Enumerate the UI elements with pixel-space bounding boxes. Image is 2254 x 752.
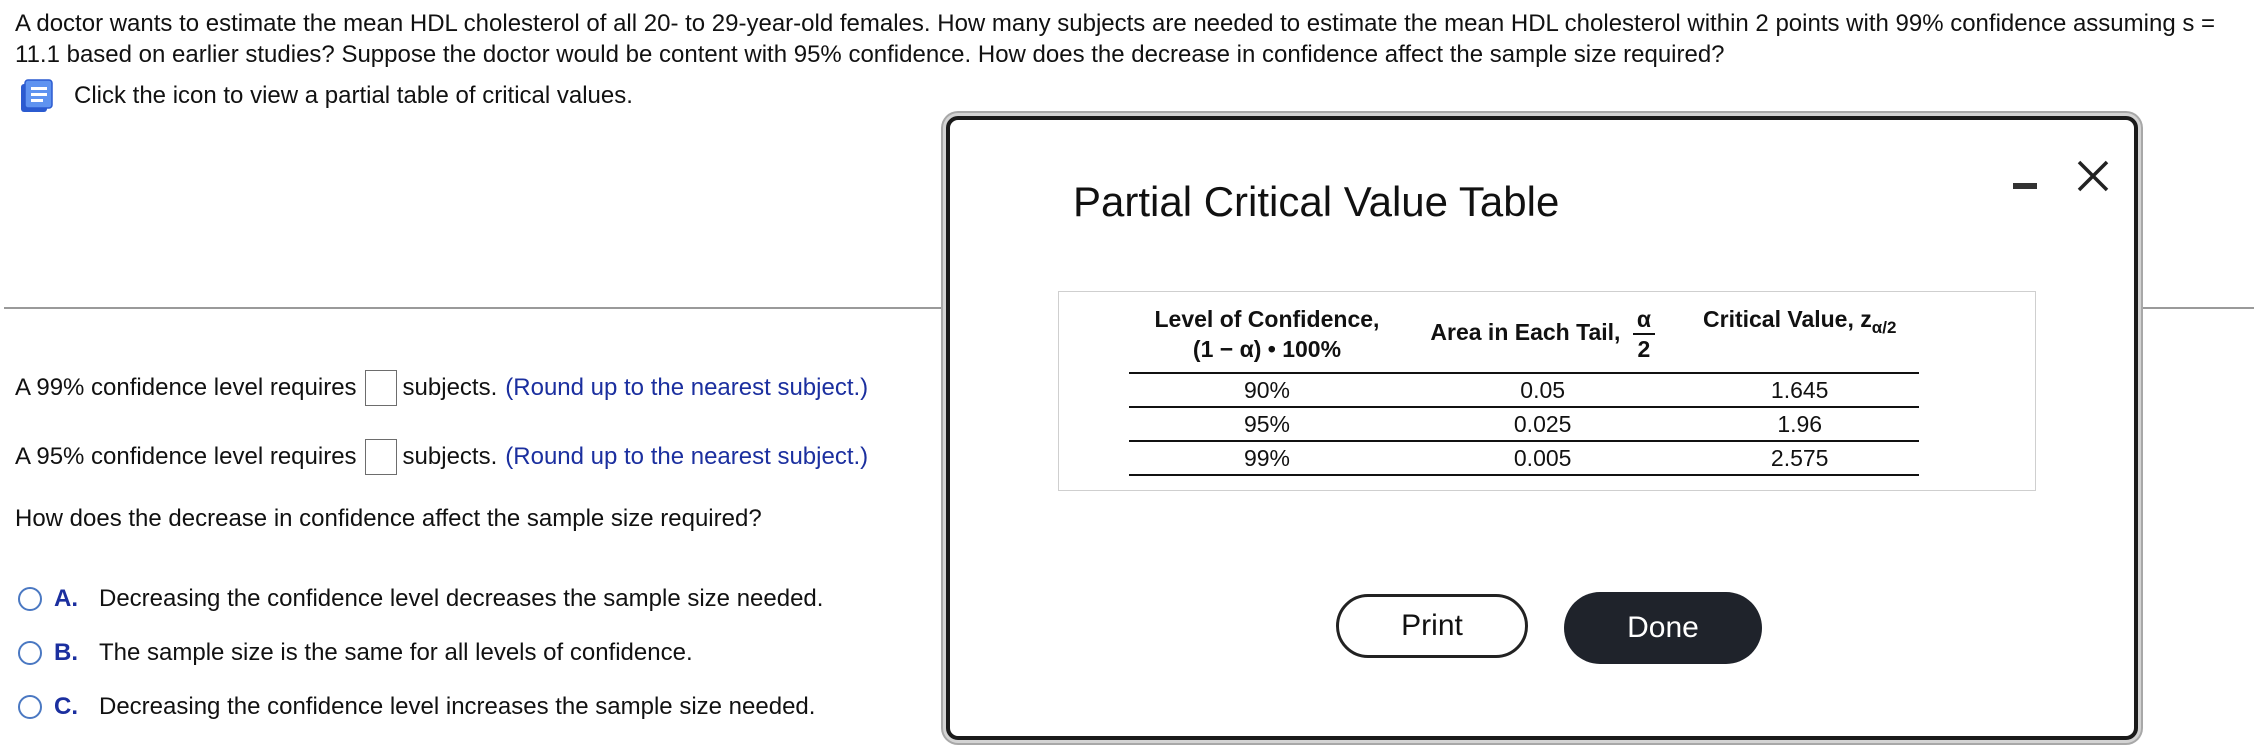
close-icon[interactable] (2073, 156, 2113, 196)
radio-b[interactable] (18, 641, 42, 665)
question-text: A doctor wants to estimate the mean HDL … (15, 10, 2216, 68)
answer-row-99: A 99% confidence level requires subjects… (15, 368, 868, 408)
round-hint: (Round up to the nearest subject.) (505, 374, 869, 401)
table-frame: Level of Confidence, (1 − α) • 100% Area… (1058, 291, 2036, 491)
cell-area: 0.005 (1404, 441, 1681, 476)
answer-input-95[interactable] (364, 439, 397, 475)
divider-right (2140, 307, 2254, 309)
choice-letter: A. (54, 585, 78, 612)
choice-a[interactable]: A. Decreasing the confidence level decre… (18, 582, 823, 616)
table-row: 99% 0.005 2.575 (1129, 441, 1919, 476)
book-icon[interactable] (18, 78, 56, 114)
choice-c[interactable]: C. Decreasing the confidence level incre… (18, 690, 815, 724)
cell-level: 90% (1129, 373, 1405, 408)
critical-value-modal: Partial Critical Value Table Level of Co… (946, 116, 2138, 740)
header-area: Area in Each Tail, α 2 (1404, 300, 1681, 374)
sub-question: How does the decrease in confidence affe… (15, 505, 762, 532)
divider-left (4, 307, 946, 309)
choice-text: The sample size is the same for all leve… (99, 639, 693, 666)
table-row: 90% 0.05 1.645 (1129, 373, 1919, 408)
choice-text: Decreasing the confidence level decrease… (99, 585, 824, 612)
cell-level: 95% (1129, 407, 1405, 442)
radio-a[interactable] (18, 587, 42, 611)
choice-letter: C. (54, 693, 78, 720)
table-header-row: Level of Confidence, (1 − α) • 100% Area… (1129, 300, 1919, 374)
table-row: 95% 0.025 1.96 (1129, 407, 1919, 442)
radio-c[interactable] (18, 695, 42, 719)
cell-area: 0.05 (1404, 373, 1681, 408)
hint-text: Click the icon to view a partial table o… (74, 82, 633, 109)
cell-critical: 1.96 (1680, 407, 1919, 442)
cell-level: 99% (1129, 441, 1405, 476)
hint-row: Click the icon to view a partial table o… (18, 78, 633, 114)
critical-value-table: Level of Confidence, (1 − α) • 100% Area… (1129, 300, 1919, 476)
cell-critical: 2.575 (1680, 441, 1919, 476)
print-button[interactable]: Print (1336, 594, 1528, 658)
round-hint: (Round up to the nearest subject.) (505, 443, 869, 470)
header-level: Level of Confidence, (1 − α) • 100% (1129, 300, 1405, 374)
answer-suffix: subjects. (402, 443, 498, 470)
done-button[interactable]: Done (1564, 592, 1762, 664)
answer-row-95: A 95% confidence level requires subjects… (15, 437, 868, 477)
minimize-icon[interactable] (2012, 173, 2038, 199)
header-critical: Critical Value, zα/2 (1680, 300, 1919, 374)
choice-text: Decreasing the confidence level increase… (99, 693, 816, 720)
answer-prefix: A 99% confidence level requires (15, 374, 357, 401)
answer-suffix: subjects. (402, 374, 498, 401)
modal-title: Partial Critical Value Table (1073, 178, 1560, 225)
cell-critical: 1.645 (1680, 373, 1919, 408)
answer-prefix: A 95% confidence level requires (15, 443, 357, 470)
alpha-over-2: α 2 (1632, 307, 1655, 361)
choice-b[interactable]: B. The sample size is the same for all l… (18, 636, 693, 670)
choice-letter: B. (54, 639, 78, 666)
answer-input-99[interactable] (364, 370, 397, 406)
cell-area: 0.025 (1404, 407, 1681, 442)
